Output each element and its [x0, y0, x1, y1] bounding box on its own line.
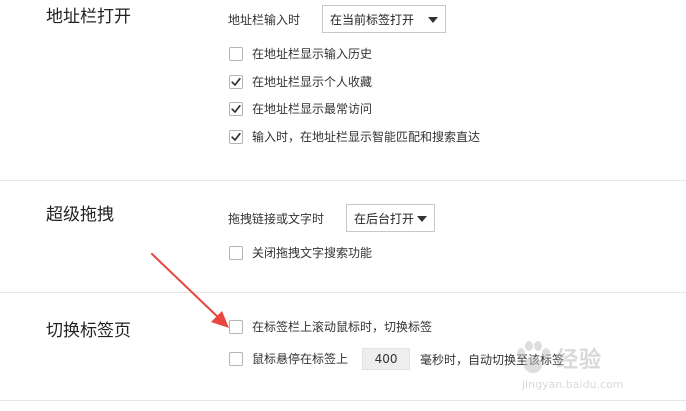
watermark-text: 经验 [556, 348, 603, 373]
option-smart-match[interactable]: 输入时，在地址栏显示智能匹配和搜索直达 [229, 128, 480, 146]
section-title-address-bar: 地址栏打开 [46, 7, 131, 27]
drag-link-label: 拖拽链接或文字时 [228, 212, 325, 226]
option-disable-drag-search[interactable]: 关闭拖拽文字搜索功能 [229, 244, 372, 262]
option-show-favorites[interactable]: 在地址栏显示个人收藏 [229, 73, 372, 91]
option-show-input-history[interactable]: 在地址栏显示输入历史 [229, 45, 372, 63]
section-divider [0, 292, 686, 293]
checkbox-checked[interactable] [229, 102, 243, 116]
checkmark-icon [231, 104, 241, 113]
option-label: 关闭拖拽文字搜索功能 [252, 246, 373, 260]
option-label: 在地址栏显示最常访问 [252, 102, 373, 116]
checkmark-icon [231, 132, 241, 141]
option-label: 在地址栏显示输入历史 [252, 47, 373, 61]
chevron-down-icon [428, 17, 438, 23]
drag-open-select[interactable]: 在后台打开 [346, 204, 435, 232]
watermark-url: jingyan.baidu.com [522, 378, 624, 391]
option-scroll-switch-tab[interactable]: 在标签栏上滚动鼠标时，切换标签 [229, 318, 432, 336]
address-bar-open-select[interactable]: 在当前标签打开 [322, 5, 446, 33]
section-title-tab-switch: 切换标签页 [46, 321, 131, 341]
option-label: 在标签栏上滚动鼠标时，切换标签 [252, 320, 433, 334]
address-bar-open-select-value: 在当前标签打开 [330, 12, 415, 27]
checkbox-checked[interactable] [229, 75, 243, 89]
hover-delay-input[interactable]: 400 [362, 348, 411, 370]
drag-open-select-value: 在后台打开 [354, 211, 415, 226]
chevron-down-icon [417, 216, 427, 222]
checkbox-unchecked[interactable] [229, 47, 243, 61]
watermark: 经验 jingyan.baidu.com [508, 338, 678, 408]
settings-page: 地址栏打开 地址栏输入时 在当前标签打开 在地址栏显示输入历史 在地址栏显示个人… [0, 0, 686, 411]
option-show-most-visited[interactable]: 在地址栏显示最常访问 [229, 100, 372, 118]
section-divider [0, 180, 686, 181]
checkbox-unchecked[interactable] [229, 320, 243, 334]
section-title-super-drag: 超级拖拽 [46, 205, 114, 225]
checkmark-icon [231, 77, 241, 86]
option-label: 输入时，在地址栏显示智能匹配和搜索直达 [252, 130, 481, 144]
checkbox-unchecked[interactable] [229, 246, 243, 260]
checkbox-unchecked[interactable] [229, 352, 243, 366]
checkbox-checked[interactable] [229, 130, 243, 144]
option-label: 鼠标悬停在标签上 [252, 352, 349, 366]
option-label: 在地址栏显示个人收藏 [252, 75, 373, 89]
address-bar-input-label: 地址栏输入时 [228, 13, 301, 27]
paw-logo-icon [517, 341, 550, 373]
